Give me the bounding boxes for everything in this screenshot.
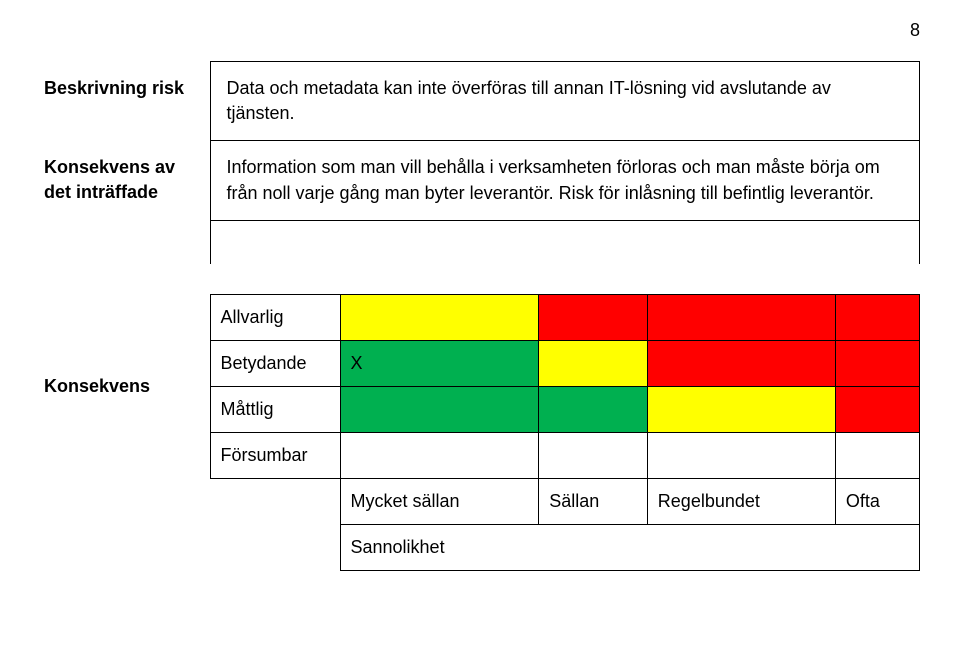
cell-2-1	[539, 387, 648, 433]
info-table: Beskrivning risk Data och metadata kan i…	[40, 61, 920, 264]
risk-matrix-table: Konsekvens Allvarlig Betydande X Måttlig…	[40, 294, 920, 571]
row-label-betydande: Betydande	[210, 341, 340, 387]
cell-0-1	[539, 295, 648, 341]
col-header-0: Mycket sällan	[340, 479, 539, 525]
matrix-row-allvarlig: Konsekvens Allvarlig	[40, 295, 920, 341]
cell-2-0	[340, 387, 539, 433]
cell-3-2	[647, 433, 835, 479]
info-row-2: Konsekvens av det inträffade Information…	[40, 141, 920, 220]
matrix-bottom-label-row: Sannolikhet	[40, 525, 920, 571]
cell-0-0	[340, 295, 539, 341]
page-number: 8	[40, 20, 920, 41]
cell-1-3	[835, 341, 919, 387]
col-header-2: Regelbundet	[647, 479, 835, 525]
cell-1-0: X	[340, 341, 539, 387]
matrix-column-headers: Mycket sällan Sällan Regelbundet Ofta	[40, 479, 920, 525]
info-label-2: Konsekvens av det inträffade	[40, 141, 210, 220]
row-label-mattlig: Måttlig	[210, 387, 340, 433]
cell-2-3	[835, 387, 919, 433]
cell-3-1	[539, 433, 648, 479]
info-label-1: Beskrivning risk	[40, 62, 210, 141]
info-text-1: Data och metadata kan inte överföras til…	[210, 62, 920, 141]
cell-0-2	[647, 295, 835, 341]
cell-1-2	[647, 341, 835, 387]
cell-0-3	[835, 295, 919, 341]
cell-1-1	[539, 341, 648, 387]
sannolikhet-label: Sannolikhet	[340, 525, 920, 571]
info-row-1: Beskrivning risk Data och metadata kan i…	[40, 62, 920, 141]
cell-3-0	[340, 433, 539, 479]
cell-2-2	[647, 387, 835, 433]
row-label-forsumbar: Försumbar	[210, 433, 340, 479]
cell-3-3	[835, 433, 919, 479]
info-spacer-row	[40, 220, 920, 264]
col-header-1: Sällan	[539, 479, 648, 525]
row-label-allvarlig: Allvarlig	[210, 295, 340, 341]
info-text-2: Information som man vill behålla i verks…	[210, 141, 920, 220]
matrix-left-header: Konsekvens	[40, 295, 210, 479]
col-header-3: Ofta	[835, 479, 919, 525]
